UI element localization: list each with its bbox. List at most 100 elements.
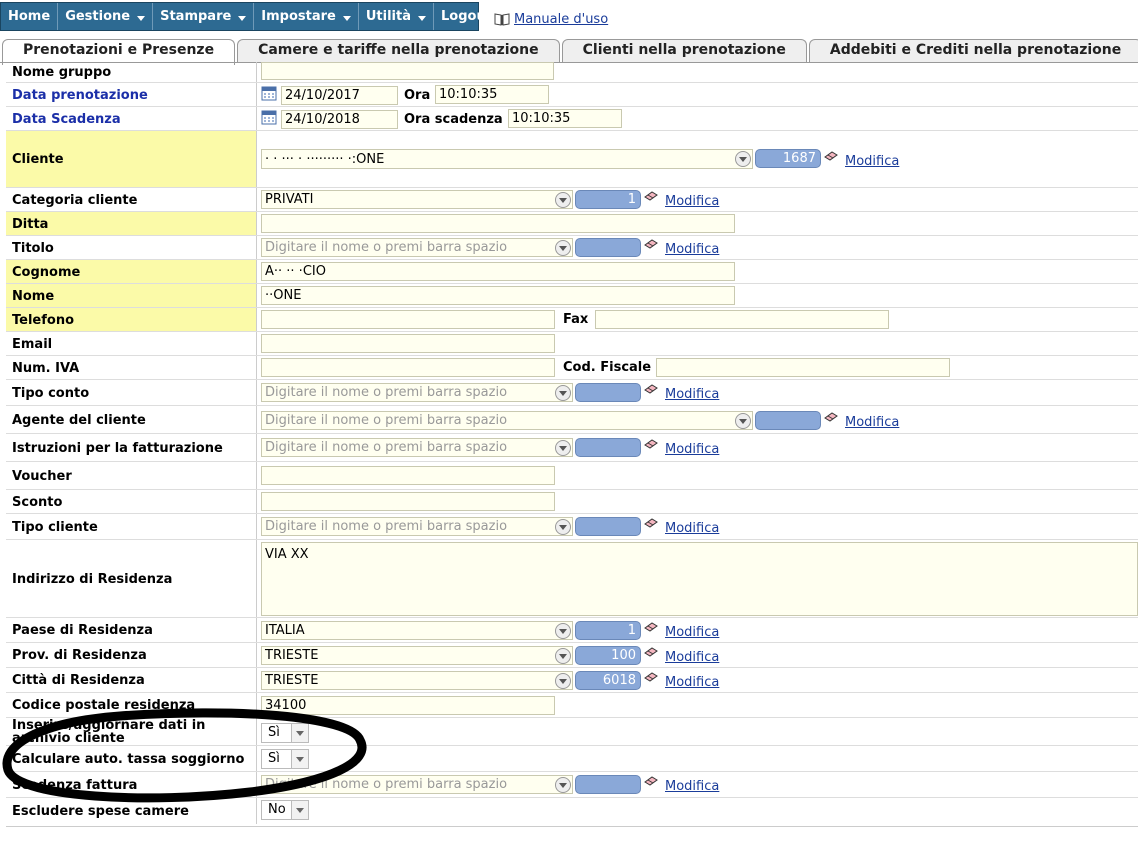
ora-scadenza-input[interactable]: 10:10:35 <box>508 109 622 128</box>
chevron-down-icon <box>291 801 308 819</box>
titolo-modifica-link[interactable]: Modifica <box>665 242 719 257</box>
prov-code: 100 <box>575 646 641 665</box>
label-tipo-conto: Tipo conto <box>6 380 257 406</box>
citta-modifica-link[interactable]: Modifica <box>665 675 719 690</box>
num-iva-input[interactable] <box>261 358 555 377</box>
label-indirizzo: Indirizzo di Residenza <box>6 540 257 618</box>
dropdown-button[interactable] <box>555 673 571 689</box>
ditta-input[interactable] <box>261 214 735 233</box>
manual-link[interactable]: Manuale d'uso <box>494 12 608 27</box>
row-data-scadenza: Data Scadenza 24/10/2018 Ora scadenza 10… <box>6 106 1138 131</box>
calendar-icon[interactable] <box>261 85 277 101</box>
menu-stampare[interactable]: Stampare <box>153 3 255 30</box>
cod-fiscale-input[interactable] <box>656 358 950 377</box>
eraser-icon[interactable] <box>644 776 658 786</box>
eraser-icon[interactable] <box>644 239 658 249</box>
eraser-icon[interactable] <box>824 412 838 422</box>
istruzioni-code <box>575 438 641 457</box>
tipo-conto-modifica-link[interactable]: Modifica <box>665 387 719 402</box>
menu-gestione[interactable]: Gestione <box>58 3 154 30</box>
row-categoria-cliente: Categoria cliente PRIVATI 1 Modifica <box>6 187 1138 212</box>
voucher-input[interactable] <box>261 466 555 485</box>
telefono-input[interactable] <box>261 310 555 329</box>
row-tipo-conto: Tipo conto Digitare il nome o premi barr… <box>6 379 1138 406</box>
dropdown-button[interactable] <box>555 777 571 793</box>
tipo-cliente-modifica-link[interactable]: Modifica <box>665 521 719 536</box>
label-cliente: Cliente <box>6 131 257 188</box>
menu-impostare[interactable]: Impostare <box>254 3 359 30</box>
prov-select[interactable]: TRIESTE <box>261 646 573 665</box>
dropdown-button[interactable] <box>555 440 571 456</box>
row-cliente: Cliente · · ··· · ········· ·:ONE 1687 M… <box>6 130 1138 188</box>
paese-modifica-link[interactable]: Modifica <box>665 625 719 640</box>
menu-logout[interactable]: Logout <box>434 3 499 30</box>
prov-modifica-link[interactable]: Modifica <box>665 650 719 665</box>
categoria-cliente-select[interactable]: PRIVATI <box>261 190 573 209</box>
paese-select[interactable]: ITALIA <box>261 621 573 640</box>
label-scadenza-fattura: Scadenza fattura <box>6 772 257 798</box>
eraser-icon[interactable] <box>644 439 658 449</box>
categoria-modifica-link[interactable]: Modifica <box>665 194 719 209</box>
label-fax: Fax <box>563 312 589 327</box>
titolo-select[interactable]: Digitare il nome o premi barra spazio <box>261 238 573 257</box>
tassa-soggiorno-select[interactable]: Sì <box>261 749 309 769</box>
sconto-input[interactable] <box>261 492 555 511</box>
label-cod-fiscale: Cod. Fiscale <box>563 360 652 375</box>
tab-bar: Prenotazioni e Presenze Camere e tariffe… <box>2 39 1138 65</box>
eraser-icon[interactable] <box>644 622 658 632</box>
dropdown-button[interactable] <box>555 385 571 401</box>
label-ora: Ora <box>404 88 431 103</box>
istruzioni-modifica-link[interactable]: Modifica <box>665 442 719 457</box>
scadenza-fattura-modifica-link[interactable]: Modifica <box>665 779 719 794</box>
data-prenotazione-input[interactable]: 24/10/2017 <box>281 86 398 105</box>
chevron-down-icon <box>418 16 427 21</box>
categoria-code: 1 <box>575 190 641 209</box>
row-data-prenotazione: Data prenotazione 24/10/2017 Ora 10:10:3… <box>6 82 1138 107</box>
dropdown-button[interactable] <box>555 623 571 639</box>
nome-input[interactable]: ··ONE <box>261 286 735 305</box>
eraser-icon[interactable] <box>644 647 658 657</box>
inserire-archivio-select[interactable]: Sì <box>261 723 309 743</box>
ora-input[interactable]: 10:10:35 <box>435 85 549 104</box>
escludere-spese-select[interactable]: No <box>261 800 309 820</box>
eraser-icon[interactable] <box>644 518 658 528</box>
row-inserire-archivio: Inserire/aggiornare dati in archivio cli… <box>6 717 1138 746</box>
indirizzo-textarea[interactable]: VIA XX <box>261 542 1138 616</box>
nome-gruppo-input[interactable] <box>261 62 554 80</box>
row-prov: Prov. di Residenza TRIESTE 100 Modifica <box>6 642 1138 668</box>
eraser-icon[interactable] <box>644 672 658 682</box>
menu-utilita[interactable]: Utilità <box>359 3 435 30</box>
data-scadenza-input[interactable]: 24/10/2018 <box>281 110 398 129</box>
eraser-icon[interactable] <box>644 191 658 201</box>
agente-modifica-link[interactable]: Modifica <box>845 415 899 430</box>
tab-clienti[interactable]: Clienti nella prenotazione <box>561 39 807 63</box>
agente-select[interactable]: Digitare il nome o premi barra spazio <box>261 411 753 430</box>
cliente-modifica-link[interactable]: Modifica <box>845 154 899 169</box>
menu-home[interactable]: Home <box>1 3 59 30</box>
label-data-scadenza: Data Scadenza <box>6 107 257 131</box>
dropdown-button[interactable] <box>555 192 571 208</box>
cap-input[interactable]: 34100 <box>261 696 555 715</box>
citta-select[interactable]: TRIESTE <box>261 671 573 690</box>
tipo-cliente-select[interactable]: Digitare il nome o premi barra spazio <box>261 517 573 536</box>
scadenza-fattura-select[interactable]: Digitare il nome o premi barra spazio <box>261 775 573 794</box>
email-input[interactable] <box>261 334 555 353</box>
cognome-input[interactable]: A·· ·· ·CIO <box>261 262 735 281</box>
dropdown-button[interactable] <box>735 413 751 429</box>
eraser-icon[interactable] <box>644 384 658 394</box>
tab-addebiti[interactable]: Addebiti e Crediti nella prenotazione <box>808 39 1138 63</box>
tab-camere[interactable]: Camere e tariffe nella prenotazione <box>237 39 560 63</box>
istruzioni-select[interactable]: Digitare il nome o premi barra spazio <box>261 438 573 457</box>
dropdown-button[interactable] <box>555 240 571 256</box>
dropdown-button[interactable] <box>735 151 751 167</box>
row-scadenza-fattura: Scadenza fattura Digitare il nome o prem… <box>6 771 1138 798</box>
fax-input[interactable] <box>595 310 889 329</box>
dropdown-button[interactable] <box>555 519 571 535</box>
row-escludere-spese: Escludere spese camere No <box>6 797 1138 824</box>
cliente-select[interactable]: · · ··· · ········· ·:ONE <box>261 149 753 169</box>
tipo-conto-select[interactable]: Digitare il nome o premi barra spazio <box>261 383 573 402</box>
chevron-down-icon <box>238 16 247 21</box>
eraser-icon[interactable] <box>824 151 838 161</box>
dropdown-button[interactable] <box>555 648 571 664</box>
calendar-icon[interactable] <box>261 109 277 125</box>
